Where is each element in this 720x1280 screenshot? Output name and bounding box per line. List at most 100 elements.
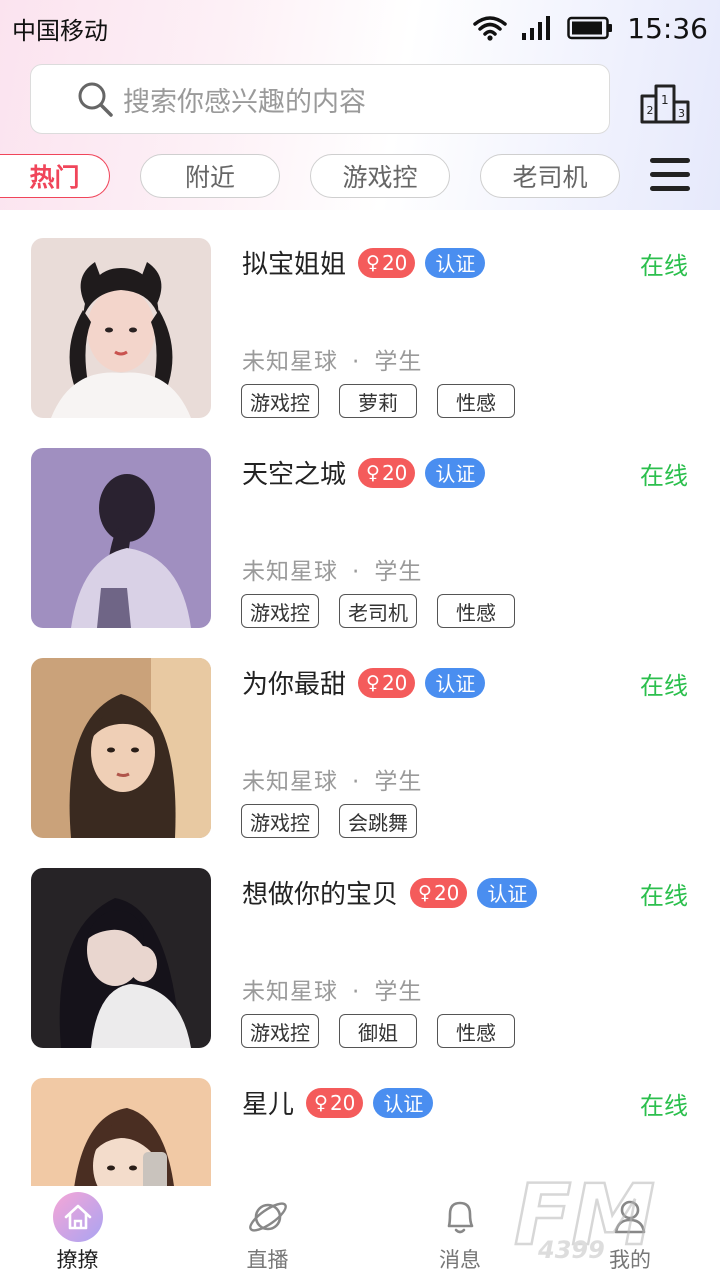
interest-tag: 游戏控 (241, 384, 319, 418)
name-row: 拟宝姐姐 ♀ 20 认证 (242, 244, 486, 281)
female-icon: ♀ (314, 1091, 328, 1114)
occupation-label: 学生 (374, 769, 423, 795)
nav-label: 消息 (439, 1248, 481, 1272)
name-row: 为你最甜 ♀ 20 认证 (242, 664, 486, 701)
nav-profile[interactable]: 我的 (540, 1186, 720, 1280)
gender-age-badge: ♀ 20 (306, 1087, 364, 1118)
search-placeholder: 搜索你感兴趣的内容 (123, 86, 366, 118)
user-meta: 未知星球 · 学生 (242, 342, 422, 376)
profile-icon (614, 1200, 646, 1234)
meta-separator: · (352, 769, 361, 795)
user-card[interactable]: 为你最甜 ♀ 20 认证 在线 未知星球 · 学生 游戏控 会跳舞 (0, 658, 720, 838)
tab-nearby[interactable]: 附近 (140, 154, 280, 198)
avatar[interactable] (31, 238, 211, 418)
svg-text:2: 2 (647, 104, 654, 117)
menu-icon[interactable] (650, 158, 690, 194)
user-name: 天空之城 (242, 460, 347, 490)
verified-badge: 认证 (425, 667, 486, 698)
user-name: 拟宝姐姐 (242, 250, 347, 280)
svg-text:1: 1 (661, 93, 669, 107)
online-status: 在线 (640, 882, 688, 910)
interest-tag: 老司机 (339, 594, 417, 628)
tag-list: 游戏控 会跳舞 (241, 804, 417, 838)
interest-tag: 性感 (437, 594, 515, 628)
occupation-label: 学生 (374, 559, 423, 585)
online-status: 在线 (640, 252, 688, 280)
search-input[interactable]: 搜索你感兴趣的内容 (30, 64, 610, 134)
user-card[interactable]: 拟宝姐姐 ♀ 20 认证 在线 未知星球 · 学生 游戏控 萝莉 性感 (0, 238, 720, 418)
avatar[interactable] (31, 448, 211, 628)
occupation-label: 学生 (374, 979, 423, 1005)
bottom-nav: 撩撩 直播 消息 我的 (0, 1186, 720, 1280)
age-label: 20 (381, 250, 408, 275)
battery-icon (567, 16, 613, 40)
age-label: 20 (329, 1090, 356, 1115)
age-label: 20 (381, 670, 408, 695)
interest-tag: 御姐 (339, 1014, 417, 1048)
gender-age-badge: ♀ 20 (358, 247, 416, 278)
verified-badge: 认证 (425, 457, 486, 488)
interest-tag: 游戏控 (241, 804, 319, 838)
user-name: 想做你的宝贝 (242, 880, 399, 910)
tag-list: 游戏控 老司机 性感 (241, 594, 515, 628)
category-tabs: 热门 附近 游戏控 老司机 (0, 154, 720, 200)
female-icon: ♀ (418, 881, 432, 904)
clock: 15:36 (627, 11, 708, 45)
signal-icon (522, 16, 551, 40)
user-card[interactable]: 想做你的宝贝 ♀ 20 认证 在线 未知星球 · 学生 游戏控 御姐 性感 (0, 868, 720, 1048)
user-card[interactable]: 天空之城 ♀ 20 认证 在线 未知星球 · 学生 游戏控 老司机 性感 (0, 448, 720, 628)
avatar[interactable] (31, 1078, 211, 1186)
location-label: 未知星球 (242, 559, 338, 585)
female-icon: ♀ (366, 671, 380, 694)
status-bar: 中国移动 15:36 (0, 0, 720, 56)
occupation-label: 学生 (374, 349, 423, 375)
wifi-icon (473, 16, 508, 41)
status-indicators: 15:36 (473, 12, 708, 45)
age-label: 20 (433, 880, 460, 905)
gender-age-badge: ♀ 20 (358, 457, 416, 488)
female-icon: ♀ (366, 251, 380, 274)
nav-home[interactable]: 撩撩 (0, 1186, 155, 1280)
search-icon (78, 82, 113, 117)
interest-tag: 游戏控 (241, 1014, 319, 1048)
nav-messages[interactable]: 消息 (380, 1186, 540, 1280)
planet-icon (248, 1202, 287, 1232)
location-label: 未知星球 (242, 979, 338, 1005)
tag-list: 游戏控 萝莉 性感 (241, 384, 515, 418)
location-label: 未知星球 (242, 769, 338, 795)
carrier-label: 中国移动 (12, 16, 108, 45)
name-row: 想做你的宝贝 ♀ 20 认证 (242, 874, 538, 911)
nav-label: 直播 (246, 1248, 289, 1272)
bell-icon (447, 1201, 474, 1234)
online-status: 在线 (640, 672, 688, 700)
nav-live[interactable]: 直播 (155, 1186, 380, 1280)
location-label: 未知星球 (242, 349, 338, 375)
user-card[interactable]: 星儿 ♀ 20 认证 在线 (0, 1078, 720, 1186)
female-icon: ♀ (366, 461, 380, 484)
online-status: 在线 (640, 1092, 688, 1120)
nav-label: 我的 (609, 1248, 651, 1272)
avatar[interactable] (31, 868, 211, 1048)
verified-badge: 认证 (373, 1087, 434, 1118)
tab-hot[interactable]: 热门 (0, 154, 110, 198)
online-status: 在线 (640, 462, 688, 490)
gender-age-badge: ♀ 20 (410, 877, 468, 908)
meta-separator: · (352, 979, 361, 1005)
user-meta: 未知星球 · 学生 (242, 972, 422, 1006)
tab-gamer[interactable]: 游戏控 (310, 154, 450, 198)
interest-tag: 游戏控 (241, 594, 319, 628)
user-meta: 未知星球 · 学生 (242, 762, 422, 796)
meta-separator: · (352, 559, 361, 585)
interest-tag: 性感 (437, 384, 515, 418)
avatar[interactable] (31, 658, 211, 838)
user-name: 为你最甜 (242, 670, 347, 700)
verified-badge: 认证 (425, 247, 486, 278)
interest-tag: 会跳舞 (339, 804, 417, 838)
verified-badge: 认证 (477, 877, 538, 908)
interest-tag: 萝莉 (339, 384, 417, 418)
home-icon (52, 1192, 103, 1242)
leaderboard-icon[interactable]: 2 1 3 (638, 74, 692, 124)
user-meta: 未知星球 · 学生 (242, 552, 422, 586)
user-list: 拟宝姐姐 ♀ 20 认证 在线 未知星球 · 学生 游戏控 萝莉 性感 天空之城… (0, 238, 720, 1186)
tab-veteran[interactable]: 老司机 (480, 154, 620, 198)
